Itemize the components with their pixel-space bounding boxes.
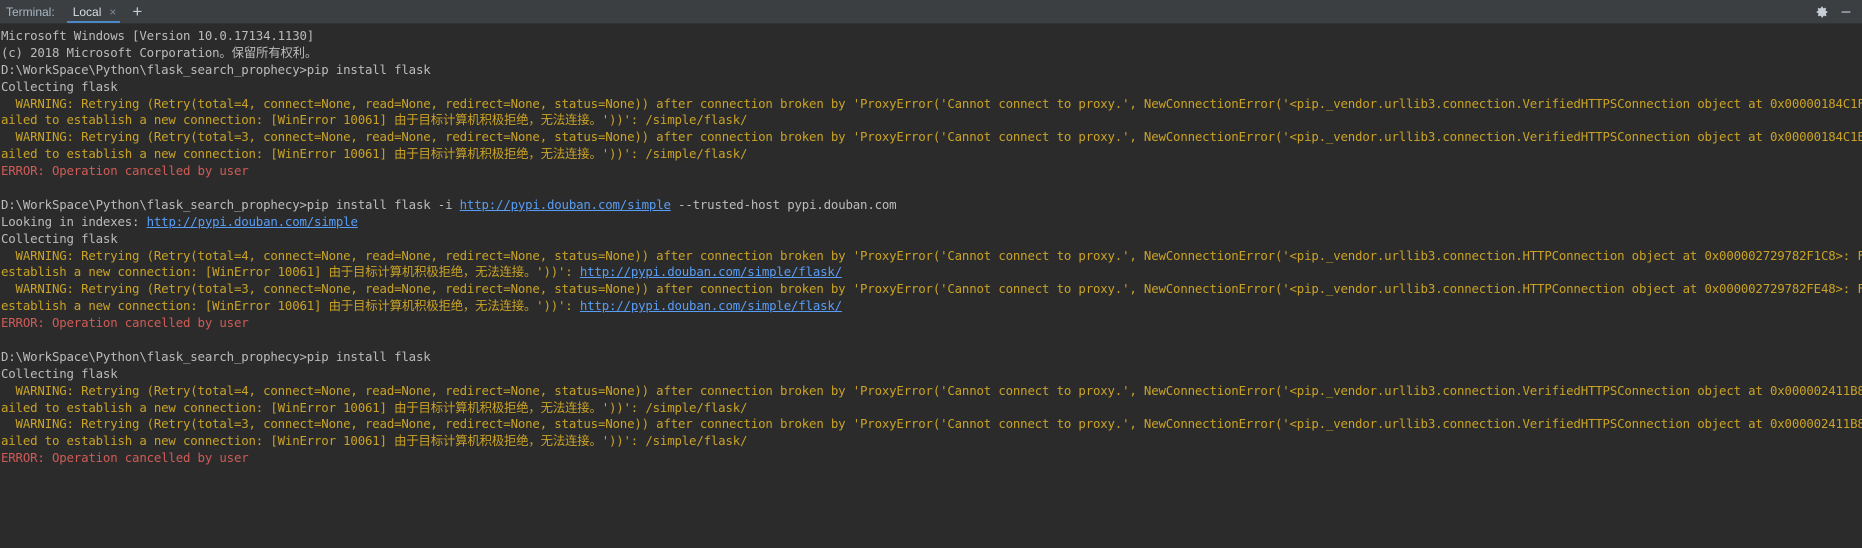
console-hyperlink[interactable]: http://pypi.douban.com/simple/flask/ [580, 264, 842, 279]
console-text: WARNING: Retrying (Retry(total=4, connec… [1, 95, 1862, 111]
console-text: ERROR: Operation cancelled by user [1, 315, 249, 331]
console-text: Collecting flask [1, 230, 118, 246]
console-line: WARNING: Retrying (Retry(total=3, connec… [1, 281, 1862, 298]
console-text: WARNING: Retrying (Retry(total=4, connec… [1, 247, 1862, 263]
terminal-console-output[interactable]: Microsoft Windows [Version 10.0.17134.11… [0, 24, 1862, 548]
console-text: Looking in indexes: [1, 213, 147, 229]
header-actions [1815, 0, 1862, 23]
console-line: ailed to establish a new connection: [Wi… [1, 146, 1862, 163]
console-text: (c) 2018 Microsoft Corporation。保留所有权利。 [1, 44, 318, 60]
terminal-tool-window-header: Terminal: Local × + [0, 0, 1862, 24]
console-line: ailed to establish a new connection: [Wi… [1, 400, 1862, 417]
console-text: ailed to establish a new connection: [Wi… [1, 399, 748, 415]
console-line: ailed to establish a new connection: [Wi… [1, 112, 1862, 129]
console-text: WARNING: Retrying (Retry(total=3, connec… [1, 416, 1862, 432]
console-text: ailed to establish a new connection: [Wi… [1, 146, 748, 162]
close-icon[interactable]: × [107, 6, 118, 18]
console-text: Microsoft Windows [Version 10.0.17134.11… [1, 28, 315, 43]
console-text: --trusted-host pypi.douban.com [670, 196, 897, 212]
console-line: WARNING: Retrying (Retry(total=4, connec… [1, 248, 1862, 265]
console-line: ERROR: Operation cancelled by user [1, 315, 1862, 332]
header-spacer [150, 0, 1815, 23]
console-line: WARNING: Retrying (Retry(total=3, connec… [1, 416, 1862, 433]
console-line: WARNING: Retrying (Retry(total=3, connec… [1, 129, 1862, 146]
console-line: establish a new connection: [WinError 10… [1, 264, 1862, 281]
console-line: Looking in indexes: http://pypi.douban.c… [1, 214, 1862, 231]
console-line: Collecting flask [1, 366, 1862, 383]
console-text: establish a new connection: [WinError 10… [1, 298, 580, 314]
console-line: Microsoft Windows [Version 10.0.17134.11… [1, 28, 1862, 45]
terminal-tab-local[interactable]: Local × [63, 0, 125, 23]
console-text: Collecting flask [1, 365, 118, 381]
console-line: ERROR: Operation cancelled by user [1, 163, 1862, 180]
console-line: WARNING: Retrying (Retry(total=4, connec… [1, 383, 1862, 400]
console-text: D:\WorkSpace\Python\flask_search_prophec… [1, 348, 431, 364]
console-line: D:\WorkSpace\Python\flask_search_prophec… [1, 349, 1862, 366]
console-text: WARNING: Retrying (Retry(total=3, connec… [1, 281, 1862, 297]
settings-gear-icon[interactable] [1815, 5, 1829, 19]
console-text: Collecting flask [1, 78, 118, 94]
console-line: ERROR: Operation cancelled by user [1, 450, 1862, 467]
hide-window-icon[interactable] [1839, 5, 1853, 19]
terminal-tab-label: Local [72, 4, 102, 19]
console-line: WARNING: Retrying (Retry(total=4, connec… [1, 96, 1862, 113]
console-text: WARNING: Retrying (Retry(total=3, connec… [1, 129, 1862, 145]
console-line: D:\WorkSpace\Python\flask_search_prophec… [1, 197, 1862, 214]
tool-window-label: Terminal: [6, 4, 55, 19]
console-text: ailed to establish a new connection: [Wi… [1, 112, 748, 128]
console-text: ERROR: Operation cancelled by user [1, 450, 249, 466]
console-line: ailed to establish a new connection: [Wi… [1, 433, 1862, 450]
console-text: establish a new connection: [WinError 10… [1, 264, 580, 280]
console-text: D:\WorkSpace\Python\flask_search_prophec… [1, 196, 460, 212]
console-hyperlink[interactable]: http://pypi.douban.com/simple [460, 197, 671, 212]
console-hyperlink[interactable]: http://pypi.douban.com/simple/flask/ [580, 298, 842, 313]
console-line: establish a new connection: [WinError 10… [1, 298, 1862, 315]
console-line: (c) 2018 Microsoft Corporation。保留所有权利。 [1, 45, 1862, 62]
console-hyperlink[interactable]: http://pypi.douban.com/simple [147, 214, 358, 229]
console-line: Collecting flask [1, 79, 1862, 96]
console-text: ERROR: Operation cancelled by user [1, 163, 249, 179]
console-line: D:\WorkSpace\Python\flask_search_prophec… [1, 62, 1862, 79]
console-text: ailed to establish a new connection: [Wi… [1, 433, 748, 449]
console-text: D:\WorkSpace\Python\flask_search_prophec… [1, 61, 431, 77]
console-line: Collecting flask [1, 231, 1862, 248]
add-tab-icon[interactable]: + [124, 0, 150, 23]
console-text: WARNING: Retrying (Retry(total=4, connec… [1, 382, 1862, 398]
